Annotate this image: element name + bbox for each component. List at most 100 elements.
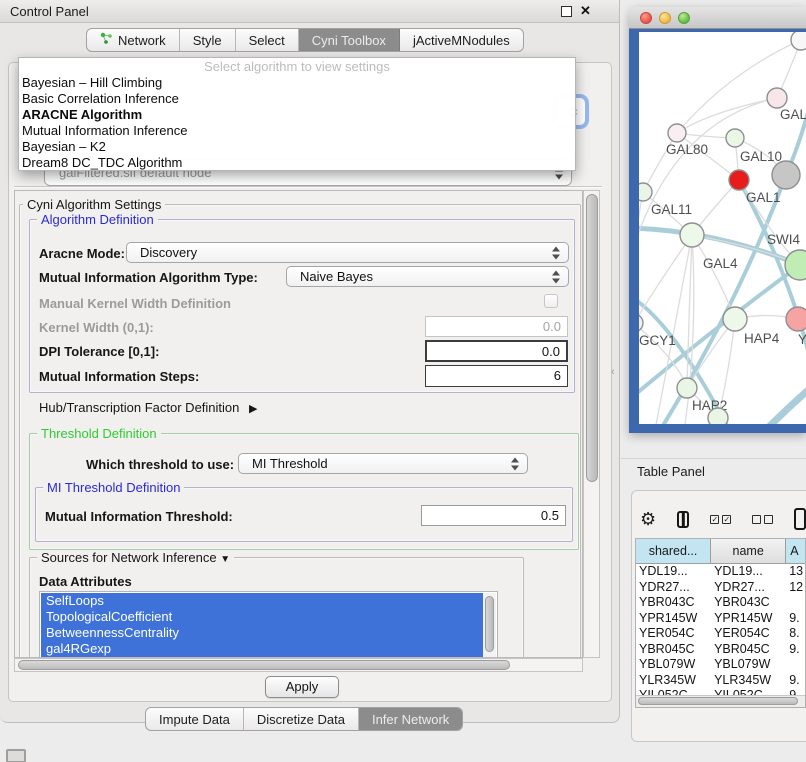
tab-cyni-toolbox[interactable]: Cyni Toolbox bbox=[299, 29, 400, 51]
list-item[interactable]: BetweennessCentrality bbox=[41, 625, 484, 641]
hub-definition-toggle[interactable]: Hub/Transcription Factor Definition ▶ bbox=[39, 400, 257, 415]
tab-style[interactable]: Style bbox=[180, 29, 236, 51]
dpi-tolerance-field[interactable]: 0.0 bbox=[425, 340, 568, 362]
algorithm-option-selected[interactable]: ARACNE Algorithm bbox=[19, 107, 575, 123]
algorithm-option[interactable]: Dream8 DC_TDC Algorithm bbox=[19, 155, 575, 171]
column-header-a[interactable]: A bbox=[786, 539, 805, 563]
settings-horizontal-scrollbar[interactable] bbox=[14, 658, 583, 672]
network-node-gal80[interactable] bbox=[668, 124, 686, 142]
list-scrollbar-thumb[interactable] bbox=[485, 596, 494, 652]
table-row[interactable]: YER054CYER054C8. bbox=[636, 626, 805, 642]
network-selection-frame: GALGAL80GAL10GAL1GAL11GAL4SWI4GCY1HAP4YH… bbox=[629, 29, 806, 433]
apply-button[interactable]: Apply bbox=[265, 676, 339, 698]
mi-algorithm-type-combo[interactable]: Naive Bayes bbox=[286, 266, 569, 287]
manual-kernel-width-checkbox[interactable] bbox=[544, 294, 558, 308]
gear-icon[interactable]: ⚙ bbox=[640, 508, 656, 530]
control-panel-titlebar[interactable]: Control Panel ✕ bbox=[0, 0, 619, 23]
network-node-gcy1[interactable] bbox=[639, 314, 643, 332]
unselect-all-columns-icon[interactable] bbox=[752, 515, 773, 524]
desktop: Control Panel ✕ Network Style Select Cyn… bbox=[0, 0, 806, 762]
algorithm-option[interactable]: Mutual Information Inference bbox=[19, 123, 575, 139]
list-scrollbar[interactable] bbox=[483, 593, 496, 658]
network-node-hap4[interactable] bbox=[723, 307, 747, 331]
network-node[interactable] bbox=[708, 408, 728, 424]
column-header-name[interactable]: name bbox=[711, 539, 786, 563]
list-item[interactable]: gal4RGexp bbox=[41, 641, 484, 657]
algorithm-option[interactable]: Bayesian – Hill Climbing bbox=[19, 75, 575, 91]
network-window-titlebar[interactable] bbox=[629, 7, 806, 29]
table-scrollbar-thumb[interactable] bbox=[638, 697, 798, 705]
network-canvas[interactable]: GALGAL80GAL10GAL1GAL11GAL4SWI4GCY1HAP4YH… bbox=[639, 32, 806, 424]
table-panel-title: Table Panel bbox=[637, 464, 705, 479]
network-view-window[interactable]: GALGAL80GAL10GAL1GAL11GAL4SWI4GCY1HAP4YH… bbox=[629, 7, 806, 433]
network-node[interactable] bbox=[772, 161, 800, 189]
aracne-mode-combo[interactable]: Discovery bbox=[126, 242, 569, 263]
table-row[interactable]: YBR043CYBR043C bbox=[636, 595, 805, 611]
tab-select[interactable]: Select bbox=[236, 29, 299, 51]
cell: 9. bbox=[786, 642, 805, 658]
select-all-columns-icon[interactable]: ✓ ✓ bbox=[710, 515, 731, 524]
cyni-algorithm-settings-title: Cyni Algorithm Settings bbox=[23, 197, 165, 212]
float-window-icon[interactable] bbox=[561, 6, 572, 17]
cell: YBR043C bbox=[636, 595, 711, 611]
settings-horizontal-scrollbar-thumb[interactable] bbox=[18, 660, 510, 670]
kernel-width-field[interactable]: 0.0 bbox=[425, 316, 568, 337]
network-edge-highlighted[interactable] bbox=[731, 384, 806, 424]
network-node-gal11[interactable] bbox=[639, 183, 652, 201]
algorithm-option[interactable]: Basic Correlation Inference bbox=[19, 91, 575, 107]
network-node-gal10[interactable] bbox=[726, 129, 744, 147]
column-header-shared-name[interactable]: shared... bbox=[636, 539, 711, 563]
table-row[interactable]: YDR27...YDR27...12 bbox=[636, 580, 805, 596]
network-node-gal[interactable] bbox=[767, 88, 787, 108]
which-threshold-combo[interactable]: MI Threshold bbox=[238, 453, 528, 474]
split-pane-grip[interactable]: ‹ bbox=[611, 366, 615, 378]
settings-vertical-scrollbar[interactable] bbox=[583, 190, 600, 658]
which-threshold-label: Which threshold to use: bbox=[86, 457, 234, 472]
table-horizontal-scrollbar[interactable] bbox=[636, 695, 805, 707]
table-row[interactable]: YBL079WYBL079W bbox=[636, 657, 805, 673]
algorithm-option[interactable]: Bayesian – K2 bbox=[19, 139, 575, 155]
cell: YLR345W bbox=[711, 673, 786, 689]
zoom-traffic-light-icon[interactable] bbox=[678, 12, 690, 24]
tab-infer-network[interactable]: Infer Network bbox=[359, 708, 462, 730]
mi-threshold-field[interactable]: 0.5 bbox=[421, 505, 566, 526]
table-row[interactable]: YDL19...YDL19...13 bbox=[636, 564, 805, 580]
network-node-gal1[interactable] bbox=[729, 170, 749, 190]
tab-network[interactable]: Network bbox=[87, 29, 180, 51]
table-row[interactable]: YLR345WYLR345W9. bbox=[636, 673, 805, 689]
network-graph[interactable]: GALGAL80GAL10GAL1GAL11GAL4SWI4GCY1HAP4YH… bbox=[639, 32, 806, 424]
checked-box-icon: ✓ bbox=[710, 515, 719, 524]
sources-toggle[interactable]: Sources for Network Inference ▼ bbox=[37, 550, 234, 565]
network-edge[interactable] bbox=[677, 98, 777, 133]
close-icon[interactable]: ✕ bbox=[580, 3, 591, 19]
tab-impute-data[interactable]: Impute Data bbox=[146, 708, 244, 730]
tab-jactivemnodules-label: jActiveMNodules bbox=[413, 33, 510, 48]
dpi-tolerance-label: DPI Tolerance [0,1]: bbox=[39, 344, 159, 359]
cyni-bottom-tabbar: Impute Data Discretize Data Infer Networ… bbox=[145, 707, 463, 731]
list-item[interactable]: TopologicalCoefficient bbox=[41, 609, 484, 625]
combo-stepper-icon bbox=[552, 270, 561, 283]
cell: YPR145W bbox=[636, 611, 711, 627]
minimized-panel-icon[interactable] bbox=[6, 749, 26, 762]
close-traffic-light-icon[interactable] bbox=[640, 12, 652, 24]
table-row[interactable]: YBR045CYBR045C9. bbox=[636, 642, 805, 658]
network-node-gal4[interactable] bbox=[680, 223, 704, 247]
table-row[interactable]: YPR145WYPR145W9. bbox=[636, 611, 805, 627]
network-node[interactable] bbox=[791, 32, 806, 50]
mi-algorithm-type-value: Naive Bayes bbox=[300, 269, 373, 284]
tab-discretize-data[interactable]: Discretize Data bbox=[244, 708, 359, 730]
data-attributes-list[interactable]: SelfLoops TopologicalCoefficient Between… bbox=[39, 591, 498, 658]
new-table-icon[interactable] bbox=[794, 508, 806, 530]
network-edge-highlighted[interactable] bbox=[786, 72, 806, 175]
list-item[interactable]: SelfLoops bbox=[41, 593, 484, 609]
split-columns-icon[interactable] bbox=[677, 511, 689, 528]
settings-vertical-scrollbar-thumb[interactable] bbox=[586, 194, 598, 482]
network-node-y[interactable] bbox=[786, 307, 806, 331]
threshold-definition-title: Threshold Definition bbox=[37, 426, 161, 441]
minimize-traffic-light-icon[interactable] bbox=[659, 12, 671, 24]
sources-title: Sources for Network Inference bbox=[41, 550, 217, 565]
mi-steps-field[interactable]: 6 bbox=[425, 365, 568, 387]
aracne-mode-label: Aracne Mode: bbox=[39, 246, 125, 261]
network-node-hap2[interactable] bbox=[677, 378, 697, 398]
tab-jactivemnodules[interactable]: jActiveMNodules bbox=[400, 29, 523, 51]
